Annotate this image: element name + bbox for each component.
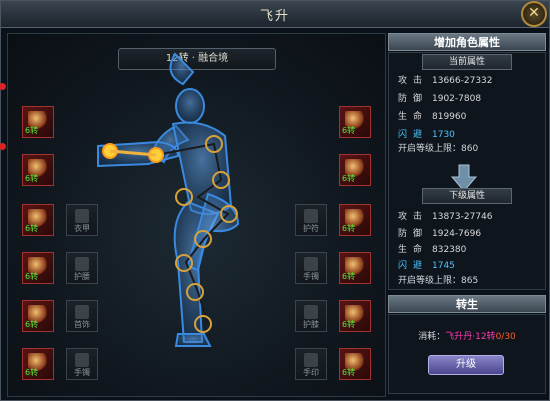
empty-slot-seal[interactable]: 手印 [295, 348, 327, 380]
amulet-icon [304, 209, 318, 223]
cost-item[interactable]: 飞升丹·12转 [445, 332, 495, 342]
cost-label: 消耗： [418, 332, 446, 342]
current-dodge-row: 闪避 1730 [398, 130, 455, 140]
empty-slot-amulet[interactable]: 护符 [295, 204, 327, 236]
equip-slot-left-4[interactable]: 6转 [22, 252, 54, 284]
empty-slot-bracelet-right[interactable]: 手镯 [295, 252, 327, 284]
current-unlock-row: 开启等级上限：860 [398, 144, 479, 154]
cost-count: 0/30 [495, 332, 516, 342]
next-dodge-row: 闪避 1745 [398, 261, 455, 271]
upgrade-button[interactable]: 升级 [428, 355, 504, 375]
equip-slot-right-3[interactable]: 6转 [339, 204, 371, 236]
figure-head [175, 88, 205, 124]
ascension-window: 飞升 ✕ 12转 · 融合境 6转 6转 6转 6转 6转 6转 衣甲 护腰 首… [0, 0, 550, 401]
rebirth-header: 转生 [388, 295, 546, 313]
bracelet-icon [75, 353, 89, 367]
equip-slot-left-5[interactable]: 6转 [22, 300, 54, 332]
meridian-panel: 12转 · 融合境 6转 6转 6转 6转 6转 6转 衣甲 护腰 首饰 手镯 … [7, 33, 386, 397]
attributes-header: 增加角色属性 [388, 33, 546, 51]
empty-slot-jewelry[interactable]: 首饰 [66, 300, 98, 332]
empty-slot-bracelet[interactable]: 手镯 [66, 348, 98, 380]
current-attack-row: 攻击 13666-27332 [398, 76, 493, 86]
next-hp-row: 生命 832380 [398, 245, 467, 255]
next-defense-row: 防御 1924-7696 [398, 229, 482, 239]
bracelet-icon [304, 257, 318, 271]
belt-icon [75, 257, 89, 271]
equip-slot-left-6[interactable]: 6转 [22, 348, 54, 380]
attributes-column: 增加角色属性 当前属性 攻击 13666-27332 防御 1902-7808 生命… [388, 33, 546, 395]
equip-slot-right-2[interactable]: 6转 [339, 154, 371, 186]
equip-slot-left-1[interactable]: 6转 [22, 106, 54, 138]
seal-icon [304, 353, 318, 367]
side-marker-icon [0, 83, 6, 90]
equip-slot-right-4[interactable]: 6转 [339, 252, 371, 284]
equip-slot-right-5[interactable]: 6转 [339, 300, 371, 332]
meridian-figure [97, 52, 240, 347]
current-attributes-label: 当前属性 [422, 54, 512, 70]
rebirth-panel [388, 314, 546, 394]
side-marker-icon [0, 143, 6, 150]
empty-slot-armor[interactable]: 衣甲 [66, 204, 98, 236]
jewelry-icon [75, 305, 89, 319]
empty-slot-kneepad[interactable]: 护膝 [295, 300, 327, 332]
kneepad-icon [304, 305, 318, 319]
rebirth-cost: 消耗：飞升丹·12转0/30 [388, 329, 546, 342]
next-attack-row: 攻击 13873-27746 [398, 212, 493, 222]
current-hp-row: 生命 819960 [398, 112, 467, 122]
armor-icon [75, 209, 89, 223]
window-title: 飞升 [259, 9, 290, 24]
next-attributes-label: 下级属性 [422, 188, 512, 204]
equip-slot-left-3[interactable]: 6转 [22, 204, 54, 236]
equip-slot-right-1[interactable]: 6转 [339, 106, 371, 138]
title-bar[interactable]: 飞升 ✕ [1, 1, 549, 28]
equip-slot-left-2[interactable]: 6转 [22, 154, 54, 186]
close-icon[interactable]: ✕ [521, 1, 547, 27]
empty-slot-belt[interactable]: 护腰 [66, 252, 98, 284]
current-defense-row: 防御 1902-7808 [398, 94, 482, 104]
equip-slot-right-6[interactable]: 6转 [339, 348, 371, 380]
next-unlock-row: 开启等级上限：865 [398, 276, 479, 286]
